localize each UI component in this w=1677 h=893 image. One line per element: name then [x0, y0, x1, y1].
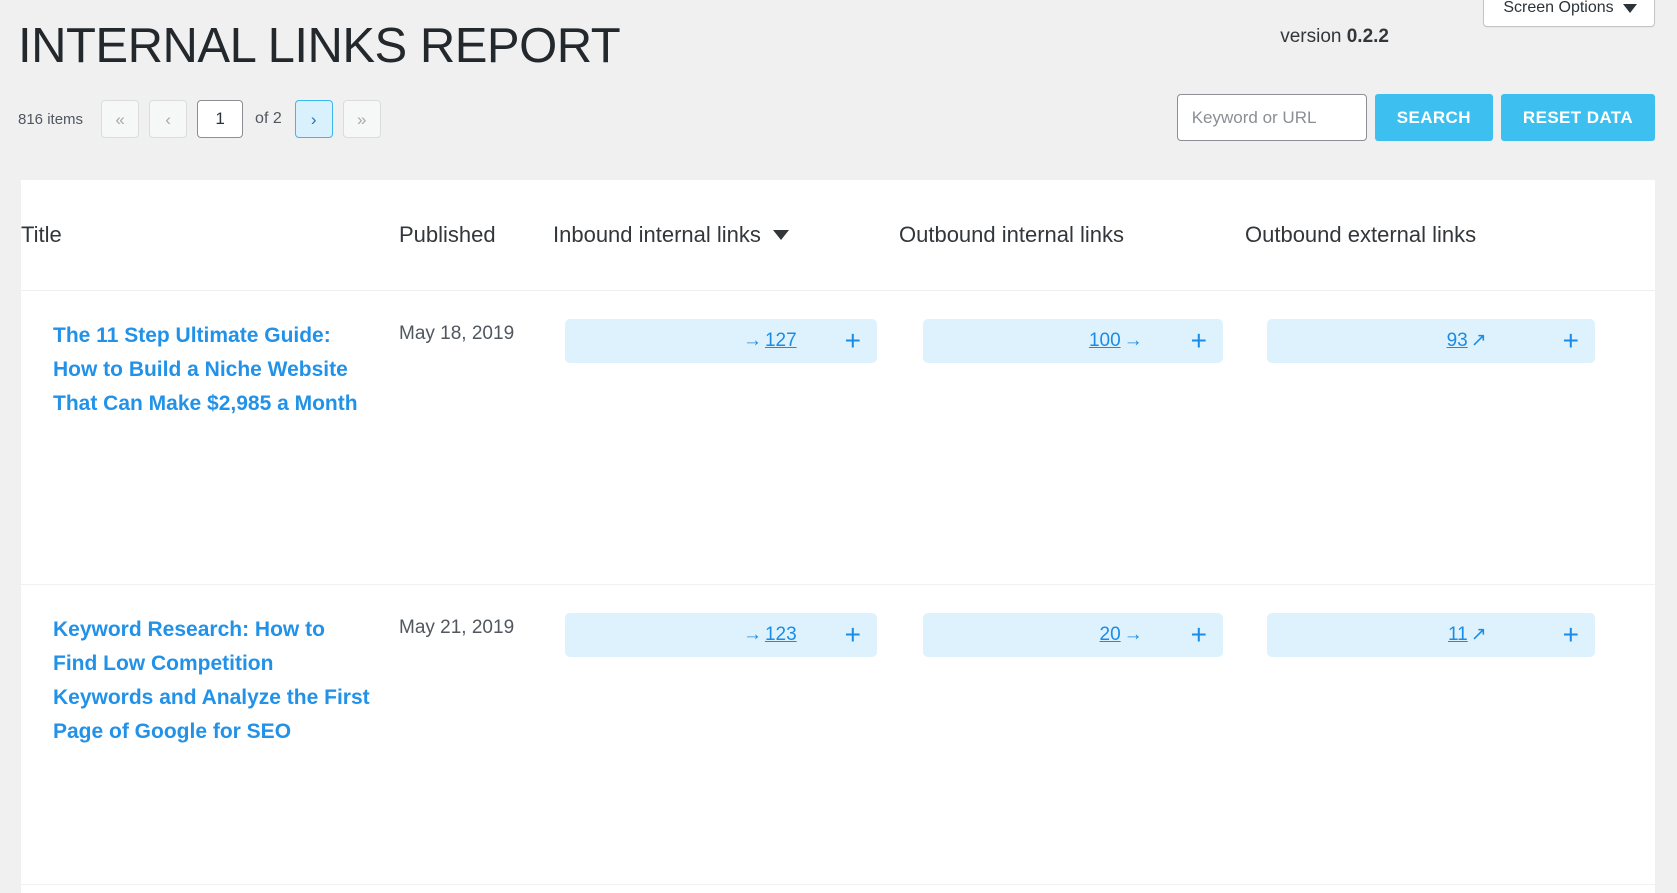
column-header-inbound-label: Inbound internal links [553, 222, 761, 248]
column-header-outbound-external-links[interactable]: Outbound external links [1245, 180, 1655, 290]
outbound-external-links-count[interactable]: 93 [1447, 330, 1468, 352]
cell-outbound-internal-links: 20 → + [899, 584, 1245, 884]
post-title-link[interactable]: The 11 Step Ultimate Guide: How to Build… [53, 324, 358, 415]
table-row: Keyword Research: How to Find Low Compet… [21, 584, 1655, 884]
items-count: 816 items [18, 111, 83, 128]
add-outbound-internal-link-button[interactable]: + [1191, 327, 1207, 355]
next-page-button[interactable]: › [295, 100, 333, 138]
outbound-internal-links-pill: 20 → + [923, 613, 1223, 657]
inbound-links-count[interactable]: 127 [765, 330, 797, 352]
search-area: SEARCH RESET DATA [1177, 94, 1655, 141]
prev-page-button[interactable]: ‹ [149, 100, 187, 138]
column-header-published[interactable]: Published [399, 180, 553, 290]
table-head: Title Published Inbound internal links O… [21, 180, 1655, 290]
arrow-up-right-icon: ↗ [1471, 331, 1487, 350]
arrow-right-icon: → [1124, 625, 1143, 644]
add-outbound-external-link-button[interactable]: + [1563, 327, 1579, 355]
arrow-right-icon: → [743, 625, 762, 644]
inbound-links-pill: → 123 + [565, 613, 877, 657]
total-pages-label: of 2 [255, 110, 282, 128]
chevron-down-icon [1623, 4, 1637, 13]
cell-title: The 11 Step Ultimate Guide: How to Build… [21, 290, 399, 584]
screen-options-label: Screen Options [1503, 0, 1613, 17]
column-header-outbound-internal-label: Outbound internal links [899, 222, 1124, 248]
outbound-internal-links-count[interactable]: 20 [1100, 624, 1121, 646]
cell-published-date: May 18, 2019 [399, 290, 553, 584]
column-header-published-label: Published [399, 222, 496, 248]
report-table-card: Title Published Inbound internal links O… [21, 180, 1655, 893]
page-header: INTERNAL LINKS REPORT version 0.2.2 816 … [0, 0, 1677, 166]
version-number: 0.2.2 [1347, 26, 1389, 47]
add-outbound-external-link-button[interactable]: + [1563, 621, 1579, 649]
last-page-button[interactable]: » [343, 100, 381, 138]
outbound-internal-links-pill: 100 → + [923, 319, 1223, 363]
arrow-up-right-icon: ↗ [1471, 625, 1487, 644]
outbound-external-links-value: 11 ↗ [1448, 624, 1487, 646]
column-header-outbound-internal-links[interactable]: Outbound internal links [899, 180, 1245, 290]
add-inbound-link-button[interactable]: + [845, 621, 861, 649]
reset-data-button[interactable]: RESET DATA [1501, 94, 1655, 141]
search-button[interactable]: SEARCH [1375, 94, 1493, 141]
table-body: The 11 Step Ultimate Guide: How to Build… [21, 290, 1655, 884]
outbound-external-links-pill: 11 ↗ + [1267, 613, 1595, 657]
inbound-links-count[interactable]: 123 [765, 624, 797, 646]
screen-options-panel: Screen Options [1483, 0, 1655, 27]
page-title: INTERNAL LINKS REPORT [18, 20, 1655, 74]
column-header-title[interactable]: Title [21, 180, 399, 290]
column-header-inbound-internal-links[interactable]: Inbound internal links [553, 180, 899, 290]
column-header-outbound-external-label: Outbound external links [1245, 222, 1476, 248]
cell-inbound-internal-links: → 123 + [553, 584, 899, 884]
internal-links-table: Title Published Inbound internal links O… [21, 180, 1655, 885]
cell-published-date: May 21, 2019 [399, 584, 553, 884]
search-input[interactable] [1177, 94, 1367, 141]
inbound-links-value: → 127 [743, 330, 797, 352]
version-display: version 0.2.2 [1280, 26, 1389, 48]
add-inbound-link-button[interactable]: + [845, 327, 861, 355]
inbound-links-pill: → 127 + [565, 319, 877, 363]
arrow-right-icon: → [1124, 331, 1143, 350]
current-page-input[interactable] [197, 100, 243, 138]
add-outbound-internal-link-button[interactable]: + [1191, 621, 1207, 649]
outbound-external-links-pill: 93 ↗ + [1267, 319, 1595, 363]
outbound-internal-links-value: 100 → [1089, 330, 1143, 352]
pagination-bar: 816 items « ‹ of 2 › » [18, 100, 381, 138]
outbound-internal-links-value: 20 → [1100, 624, 1143, 646]
screen-options-button[interactable]: Screen Options [1483, 0, 1655, 27]
cell-outbound-internal-links: 100 → + [899, 290, 1245, 584]
version-label: version [1280, 26, 1341, 47]
outbound-internal-links-count[interactable]: 100 [1089, 330, 1121, 352]
table-header-row: Title Published Inbound internal links O… [21, 180, 1655, 290]
cell-outbound-external-links: 11 ↗ + [1245, 584, 1655, 884]
sort-desc-icon[interactable] [773, 230, 789, 240]
inbound-links-value: → 123 [743, 624, 797, 646]
cell-inbound-internal-links: → 127 + [553, 290, 899, 584]
post-title-link[interactable]: Keyword Research: How to Find Low Compet… [53, 618, 370, 743]
first-page-button[interactable]: « [101, 100, 139, 138]
cell-title: Keyword Research: How to Find Low Compet… [21, 584, 399, 884]
column-header-title-label: Title [21, 222, 62, 248]
outbound-external-links-value: 93 ↗ [1447, 330, 1487, 352]
right-gutter [1655, 180, 1677, 893]
outbound-external-links-count[interactable]: 11 [1448, 624, 1468, 646]
arrow-right-icon: → [743, 331, 762, 350]
cell-outbound-external-links: 93 ↗ + [1245, 290, 1655, 584]
table-row: The 11 Step Ultimate Guide: How to Build… [21, 290, 1655, 584]
